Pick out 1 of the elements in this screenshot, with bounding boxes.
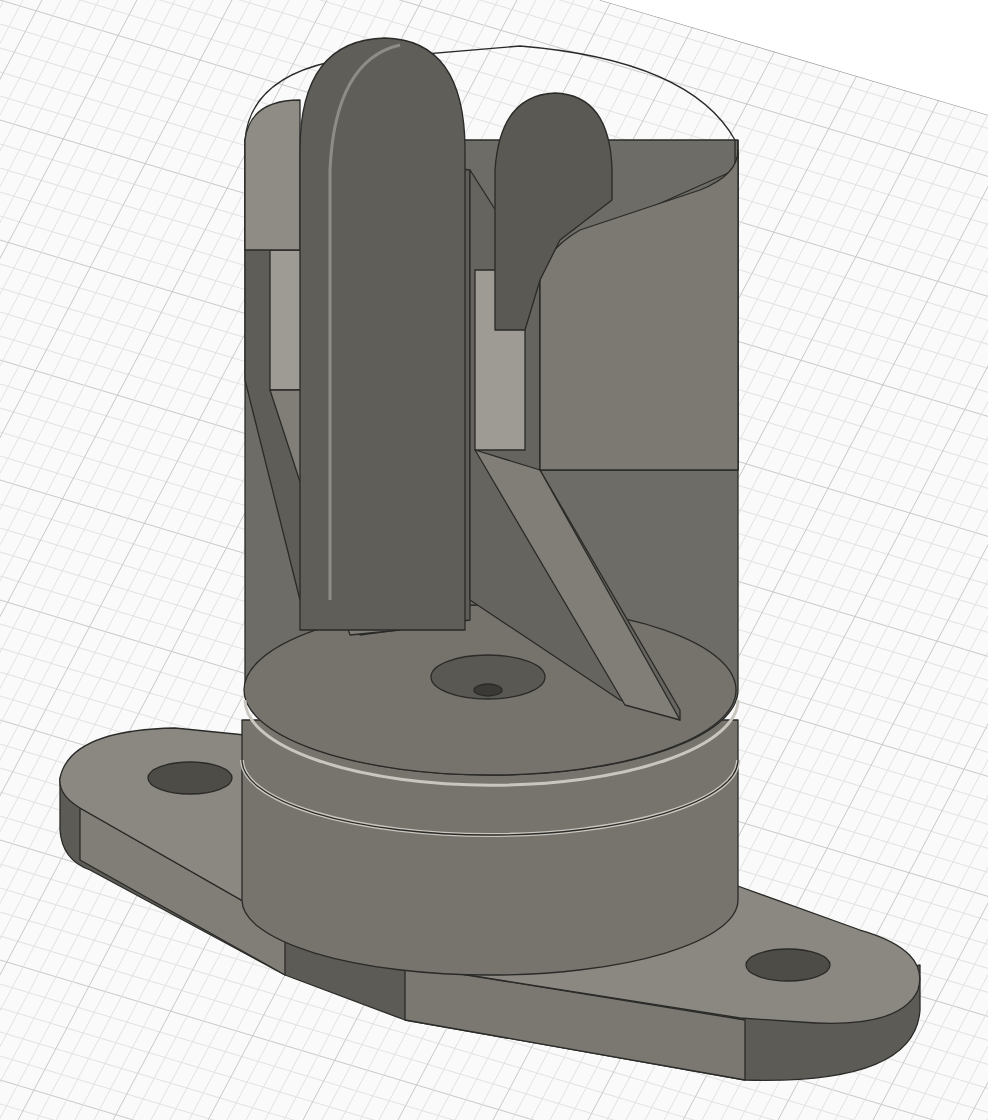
viewport-canvas[interactable] xyxy=(0,0,988,1120)
